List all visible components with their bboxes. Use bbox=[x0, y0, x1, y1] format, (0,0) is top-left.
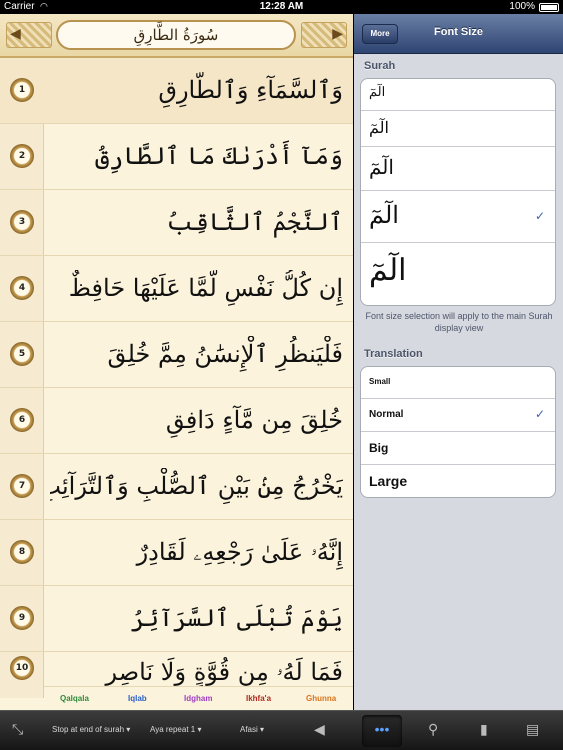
surah-section-header: Surah bbox=[364, 60, 396, 72]
ayah-number-badge: 10 bbox=[10, 656, 34, 680]
ayah-number-badge: 4 bbox=[10, 276, 34, 300]
status-bar: Carrier ◠ 12:28 AM 100% bbox=[0, 0, 563, 14]
ayah-text: فَلْيَنظُرِ ٱلْإِنسَٰنُ مِمَّ خُلِقَ bbox=[107, 340, 343, 368]
ayah-number-badge: 6 bbox=[10, 408, 34, 432]
battery-icon bbox=[539, 3, 559, 12]
ayah-row-9[interactable]: 9 يَوْمَ تُبْلَى ٱلسَّرَآئِرُ bbox=[0, 586, 353, 652]
surah-size-option-3[interactable]: الٓمٓ bbox=[361, 147, 555, 191]
stop-option-label: Stop at end of surah bbox=[52, 725, 125, 734]
size-label: Large bbox=[369, 473, 408, 489]
size-sample: الٓمٓ bbox=[369, 85, 386, 100]
ayah-row-1[interactable]: 1 وَٱلسَّمَآءِ وَٱلطَّارِقِ bbox=[0, 58, 353, 124]
ayah-text: يَوْمَ تُبْلَى ٱلسَّرَآئِرُ bbox=[130, 604, 343, 632]
bookmark-icon[interactable]: ▮ bbox=[480, 721, 488, 738]
legend-qalqala: Qalqala bbox=[60, 694, 89, 703]
ayah-row-2[interactable]: 2 وَمَآ أَدْرَىٰكَ مَا ٱلطَّارِقُ bbox=[0, 124, 353, 190]
surah-header: ◀ ▶ سُورَةُ الطَّارِقِ bbox=[0, 14, 353, 58]
size-sample: الٓمٓ bbox=[369, 201, 399, 229]
ayah-text: خُلِقَ مِن مَّآءٍ دَافِقٍ bbox=[165, 406, 343, 434]
reciter-label: Afasi bbox=[240, 725, 258, 734]
checkmark-icon: ✓ bbox=[534, 407, 545, 421]
search-icon[interactable]: ⚲ bbox=[428, 721, 438, 738]
surah-size-option-5[interactable]: الٓمٓ bbox=[361, 243, 555, 305]
settings-nav-bar: More Font Size bbox=[354, 14, 563, 54]
surah-pane: ◀ ▶ سُورَةُ الطَّارِقِ 1 وَٱلسَّمَآءِ وَ… bbox=[0, 14, 353, 710]
ayah-number-badge: 8 bbox=[10, 540, 34, 564]
ayah-row-10[interactable]: 10 فَمَا لَهُۥ مِن قُوَّةٍ وَلَا نَاصِرٍ bbox=[0, 652, 353, 686]
previous-surah-arrow-icon[interactable]: ◀ bbox=[10, 26, 21, 42]
translation-font-size-group: Small Normal ✓ Big Large bbox=[360, 366, 556, 498]
font-size-panel: More Font Size Surah الٓمٓ الٓمٓ الٓمٓ ا… bbox=[354, 14, 563, 710]
surah-size-option-1[interactable]: الٓمٓ bbox=[361, 79, 555, 111]
stop-option-selector[interactable]: Stop at end of surah ▾ bbox=[52, 725, 130, 734]
surah-title: سُورَةُ الطَّارِقِ bbox=[56, 20, 296, 50]
surah-size-option-2[interactable]: الٓمٓ bbox=[361, 111, 555, 147]
ayah-row-4[interactable]: 4 إِن كُلُّ نَفْسٍ لَّمَّا عَلَيْهَا حَا… bbox=[0, 256, 353, 322]
ayah-text: وَٱلسَّمَآءِ وَٱلطَّارِقِ bbox=[158, 76, 343, 104]
book-icon[interactable]: ▤ bbox=[526, 721, 539, 738]
translation-section-header: Translation bbox=[364, 348, 423, 360]
chevron-down-icon: ▾ bbox=[260, 725, 265, 734]
chevron-down-icon: ▾ bbox=[197, 725, 202, 734]
translation-size-small[interactable]: Small bbox=[361, 367, 555, 399]
ayah-row-6[interactable]: 6 خُلِقَ مِن مَّآءٍ دَافِقٍ bbox=[0, 388, 353, 454]
battery-percent: 100% bbox=[509, 1, 535, 12]
ayah-text: ٱلنَّجْمُ ٱلثَّاقِبُ bbox=[166, 208, 343, 236]
legend-ghunna: Ghunna bbox=[306, 694, 337, 703]
size-label: Normal bbox=[369, 409, 404, 420]
translation-size-normal[interactable]: Normal ✓ bbox=[361, 399, 555, 432]
legend-ikhfaa: Ikhfa'a bbox=[246, 694, 272, 703]
surah-size-option-4[interactable]: الٓمٓ ✓ bbox=[361, 191, 555, 243]
speaker-icon[interactable]: ◀ bbox=[314, 721, 325, 738]
tajweed-legend: Qalqala Iqlab Idgham Ikhfa'a Ghunna bbox=[44, 686, 353, 710]
bottom-toolbar: ⤡ Stop at end of surah ▾ Aya repeat 1 ▾ … bbox=[0, 710, 563, 750]
repeat-label: Aya repeat 1 bbox=[150, 725, 196, 734]
clock: 12:28 AM bbox=[259, 1, 304, 12]
size-label: Big bbox=[369, 441, 389, 455]
ayah-text: إِنَّهُۥ عَلَىٰ رَجْعِهِۦ لَقَادِرٌ bbox=[136, 538, 343, 566]
ayah-number-badge: 3 bbox=[10, 210, 34, 234]
ayah-text: وَمَآ أَدْرَىٰكَ مَا ٱلطَّارِقُ bbox=[95, 142, 343, 170]
checkmark-icon: ✓ bbox=[534, 209, 545, 223]
ayah-number-badge: 9 bbox=[10, 606, 34, 630]
ayah-text: يَخْرُجُ مِنۢ بَيْنِ ٱلصُّلْبِ وَٱلتَّرَ… bbox=[50, 472, 343, 500]
ayah-text: إِن كُلُّ نَفْسٍ لَّمَّا عَلَيْهَا حَافِ… bbox=[68, 274, 343, 302]
fullscreen-icon[interactable]: ⤡ bbox=[12, 721, 23, 738]
legend-iqlab: Iqlab bbox=[128, 694, 147, 703]
translation-size-large[interactable]: Large bbox=[361, 465, 555, 497]
ayah-number-badge: 1 bbox=[10, 78, 34, 102]
size-sample: الٓمٓ bbox=[369, 253, 407, 288]
size-sample: الٓمٓ bbox=[369, 118, 389, 137]
ayah-row-5[interactable]: 5 فَلْيَنظُرِ ٱلْإِنسَٰنُ مِمَّ خُلِقَ bbox=[0, 322, 353, 388]
ayah-number-badge: 7 bbox=[10, 474, 34, 498]
next-surah-arrow-icon[interactable]: ▶ bbox=[332, 26, 343, 42]
reciter-selector[interactable]: Afasi ▾ bbox=[240, 725, 264, 734]
chevron-down-icon: ▾ bbox=[126, 725, 131, 734]
more-options-tab[interactable]: ••• bbox=[362, 715, 402, 747]
legend-idgham: Idgham bbox=[184, 694, 213, 703]
ayah-row-3[interactable]: 3 ٱلنَّجْمُ ٱلثَّاقِبُ bbox=[0, 190, 353, 256]
size-sample: الٓمٓ bbox=[369, 155, 394, 179]
size-label: Small bbox=[369, 377, 391, 386]
ayah-row-7[interactable]: 7 يَخْرُجُ مِنۢ بَيْنِ ٱلصُّلْبِ وَٱلتَّ… bbox=[0, 454, 353, 520]
surah-font-size-group: الٓمٓ الٓمٓ الٓمٓ الٓمٓ ✓ الٓمٓ bbox=[360, 78, 556, 306]
translation-size-big[interactable]: Big bbox=[361, 432, 555, 465]
ayah-number-badge: 2 bbox=[10, 144, 34, 168]
font-size-note: Font size selection will apply to the ma… bbox=[365, 311, 553, 333]
ayah-number-badge: 5 bbox=[10, 342, 34, 366]
ayah-list[interactable]: 1 وَٱلسَّمَآءِ وَٱلطَّارِقِ 2 وَمَآ أَدْ… bbox=[0, 58, 353, 686]
settings-title: Font Size bbox=[434, 26, 483, 38]
ellipsis-icon: ••• bbox=[374, 721, 390, 737]
repeat-selector[interactable]: Aya repeat 1 ▾ bbox=[150, 725, 201, 734]
ayah-text: فَمَا لَهُۥ مِن قُوَّةٍ وَلَا نَاصِرٍ bbox=[105, 658, 343, 686]
ayah-row-8[interactable]: 8 إِنَّهُۥ عَلَىٰ رَجْعِهِۦ لَقَادِرٌ bbox=[0, 520, 353, 586]
